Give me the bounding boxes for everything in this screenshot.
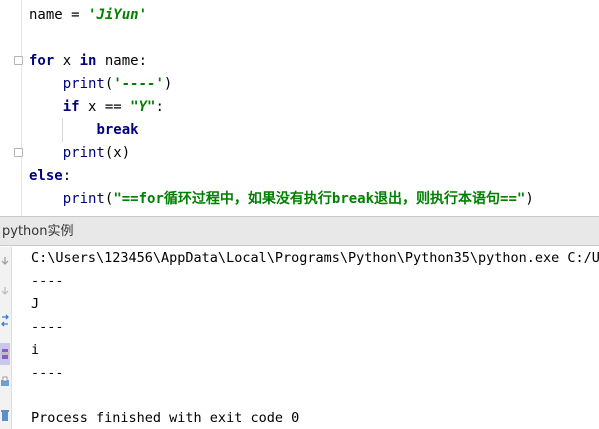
- code-token: if: [62, 99, 80, 115]
- code-token: name: [29, 7, 72, 23]
- code-token: :: [155, 99, 164, 115]
- run-console[interactable]: C:\Users\123456\AppData\Local\Programs\P…: [13, 247, 599, 429]
- fold-marker-end[interactable]: [14, 148, 23, 157]
- scroll-down-icon[interactable]: [0, 253, 10, 269]
- code-line: print("==for循环过程中，如果没有执行break退出，则执行本语句==…: [29, 188, 534, 210]
- console-exit-message: Process finished with exit code 0: [31, 410, 300, 426]
- code-line: else:: [29, 165, 71, 187]
- code-token: x ==: [79, 99, 131, 115]
- fold-marker-for[interactable]: [14, 56, 23, 65]
- code-line: for x in name:: [29, 50, 147, 72]
- console-line: C:\Users\123456\AppData\Local\Programs\P…: [31, 250, 599, 266]
- console-line: J: [31, 296, 40, 312]
- code-token: in: [79, 53, 97, 69]
- print-icon[interactable]: [0, 375, 10, 391]
- code-token: ): [163, 76, 173, 92]
- code-line: name = 'JiYun': [29, 4, 147, 26]
- code-line: print(x): [29, 142, 130, 164]
- console-line: ----: [31, 319, 64, 335]
- code-token: break: [96, 122, 139, 138]
- code-token: print: [62, 191, 105, 207]
- rerun-icon[interactable]: [0, 313, 10, 329]
- code-token: print: [62, 145, 105, 161]
- code-token: "==for循环过程中，如果没有执行break退出，则执行本语句==": [113, 191, 526, 207]
- code-line: print('----'): [29, 73, 173, 95]
- console-line: i: [31, 342, 40, 358]
- code-token: (x): [104, 145, 131, 161]
- run-tool-window-header: python实例: [0, 216, 599, 246]
- code-token: x: [54, 53, 80, 69]
- run-toolbar: [0, 247, 12, 429]
- code-token: '----': [113, 76, 164, 92]
- pin-icon[interactable]: [0, 343, 10, 365]
- code-line: break: [29, 119, 139, 141]
- editor-gutter: [0, 0, 22, 216]
- code-token: else: [29, 168, 63, 184]
- code-token: :: [62, 168, 72, 184]
- code-token: for: [29, 53, 55, 69]
- code-token: ): [525, 191, 534, 207]
- code-token: "Y": [130, 99, 156, 115]
- run-config-title[interactable]: python实例: [2, 217, 73, 247]
- code-token: print: [62, 76, 105, 92]
- code-token: =: [71, 7, 89, 23]
- code-line: if x == "Y":: [29, 96, 164, 118]
- trash-icon[interactable]: [0, 407, 10, 423]
- code-token: name:: [96, 53, 148, 69]
- arrow-down-icon[interactable]: [0, 283, 10, 299]
- console-line: ----: [31, 273, 64, 289]
- console-line: ----: [31, 365, 64, 381]
- code-editor[interactable]: name = 'JiYun' for x in name: print('----…: [0, 0, 599, 216]
- code-token: 'JiYun': [88, 7, 148, 23]
